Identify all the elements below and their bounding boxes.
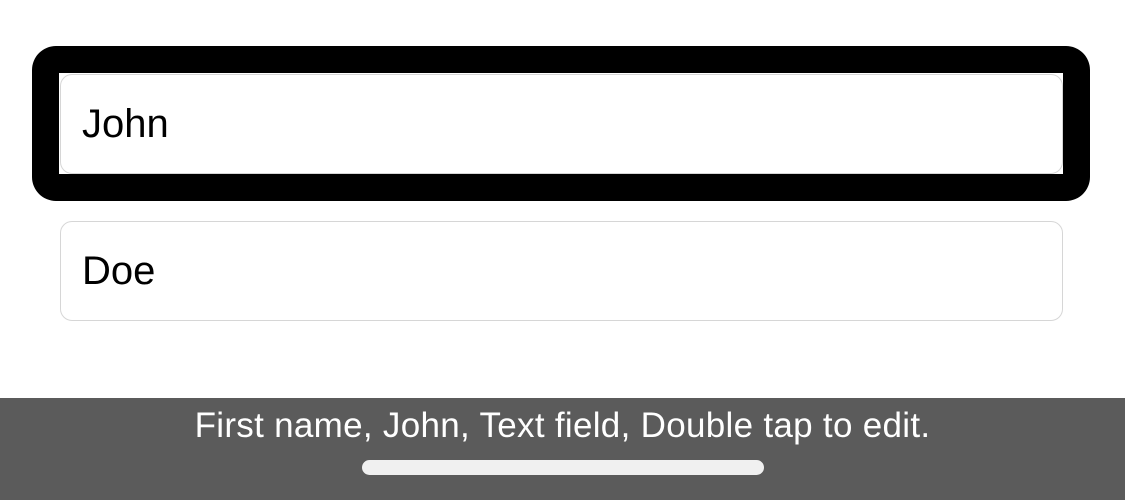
last-name-field[interactable]: Doe: [60, 221, 1063, 321]
last-name-value: Doe: [82, 248, 156, 293]
voiceover-caption-text: First name, John, Text field, Double tap…: [194, 406, 931, 445]
first-name-value: John: [82, 101, 169, 146]
voiceover-caption-panel: First name, John, Text field, Double tap…: [0, 398, 1125, 500]
home-indicator[interactable]: [362, 460, 764, 475]
first-name-field[interactable]: John: [60, 74, 1063, 174]
form-screen: John Doe First name, John, Text field, D…: [0, 0, 1125, 500]
